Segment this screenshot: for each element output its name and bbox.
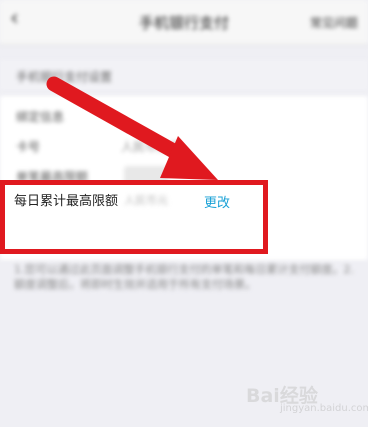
watermark-subtext: jingyan.baidu.com <box>280 403 368 414</box>
pointer-arrow-icon <box>46 76 218 180</box>
watermark-logo: Bai经验 jingyan.baidu.com <box>246 373 368 417</box>
